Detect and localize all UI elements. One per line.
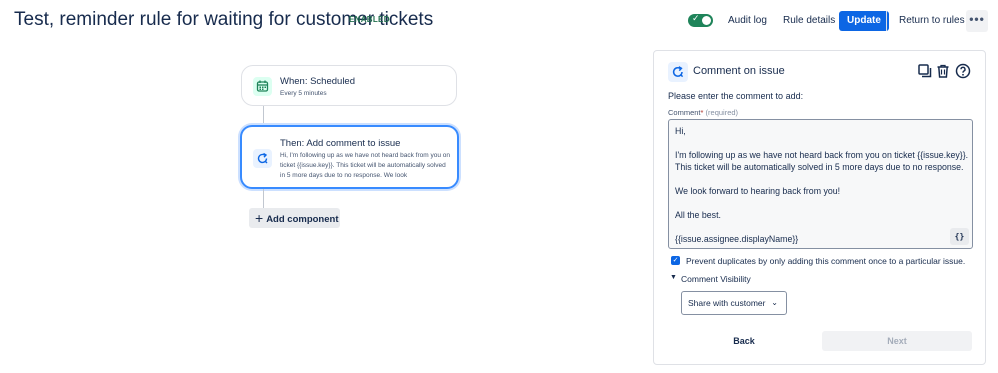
comment-blank-line (675, 173, 966, 185)
chevron-down-icon[interactable]: ▼ (670, 274, 677, 281)
toggle-knob (702, 16, 711, 25)
more-icon: ••• (969, 12, 985, 26)
action-config-panel: Comment on issue Please enter the commen… (653, 50, 986, 365)
action-title: Then: Add comment to issue (280, 138, 401, 149)
chevron-down-icon: ⌄ (771, 298, 778, 307)
trash-icon[interactable] (935, 63, 951, 79)
trigger-title: When: Scheduled (280, 76, 355, 87)
panel-intro: Please enter the comment to add: (668, 91, 804, 101)
help-icon[interactable] (955, 63, 971, 79)
comment-line: {{issue.assignee.displayName}} (675, 234, 799, 244)
prevent-duplicates-checkbox[interactable]: ✓ (671, 256, 680, 265)
add-component-button[interactable]: + Add component (249, 208, 340, 228)
header-divider (886, 11, 887, 31)
more-options-button[interactable]: ••• (966, 10, 988, 32)
comment-line: I'm following up as we have not heard ba… (675, 150, 969, 160)
header: Test, reminder rule for waiting for cust… (0, 0, 998, 42)
update-button[interactable]: Update (839, 11, 889, 31)
visibility-select-value: Share with customer (688, 298, 766, 308)
comment-refresh-icon (253, 149, 272, 168)
comment-label-text: Comment (668, 108, 701, 117)
comment-refresh-icon (668, 62, 688, 82)
flow-connector (263, 189, 264, 208)
trigger-node[interactable]: When: Scheduled Every 5 minutes (241, 65, 457, 106)
smart-value-button[interactable]: {} (950, 228, 969, 245)
comment-line: Hi, (675, 126, 686, 136)
visibility-select[interactable]: Share with customer ⌄ (681, 291, 787, 315)
add-component-label: Add component (266, 214, 339, 225)
required-star: * (700, 108, 704, 117)
comment-blank-line (675, 221, 966, 233)
rule-details-button[interactable]: Rule details (777, 11, 841, 31)
check-icon: ✓ (692, 13, 700, 23)
comment-line: All the best. (675, 210, 721, 220)
copy-icon[interactable] (917, 63, 933, 79)
comment-line: We look forward to hearing back from you… (675, 186, 841, 196)
comment-visibility-toggle[interactable]: Comment Visibility (681, 274, 751, 284)
required-hint: (required) (705, 108, 739, 117)
plus-icon: + (255, 210, 264, 226)
comment-blank-line (675, 137, 966, 149)
trigger-subtitle: Every 5 minutes (280, 90, 327, 97)
audit-log-button[interactable]: Audit log (722, 11, 773, 31)
comment-textarea[interactable]: Hi, I'm following up as we have not hear… (668, 119, 973, 249)
next-button[interactable]: Next (822, 331, 972, 351)
action-preview: Hi, I'm following up as we have not hear… (280, 152, 450, 179)
flow-connector (263, 106, 264, 125)
panel-title: Comment on issue (693, 65, 785, 77)
back-button[interactable]: Back (722, 332, 766, 350)
prevent-duplicates-label: Prevent duplicates by only adding this c… (686, 256, 966, 266)
rule-enabled-toggle[interactable]: ✓ (688, 13, 713, 27)
comment-blank-line (675, 197, 966, 209)
action-node[interactable]: Then: Add comment to issue Hi, I'm follo… (240, 125, 459, 189)
comment-line: This ticket will be automatically solved… (675, 162, 964, 172)
status-badge: ENABLED (349, 15, 390, 24)
comment-label: Comment* (required) (668, 108, 738, 117)
return-to-rules-button[interactable]: Return to rules (893, 11, 971, 31)
calendar-icon (253, 77, 272, 96)
